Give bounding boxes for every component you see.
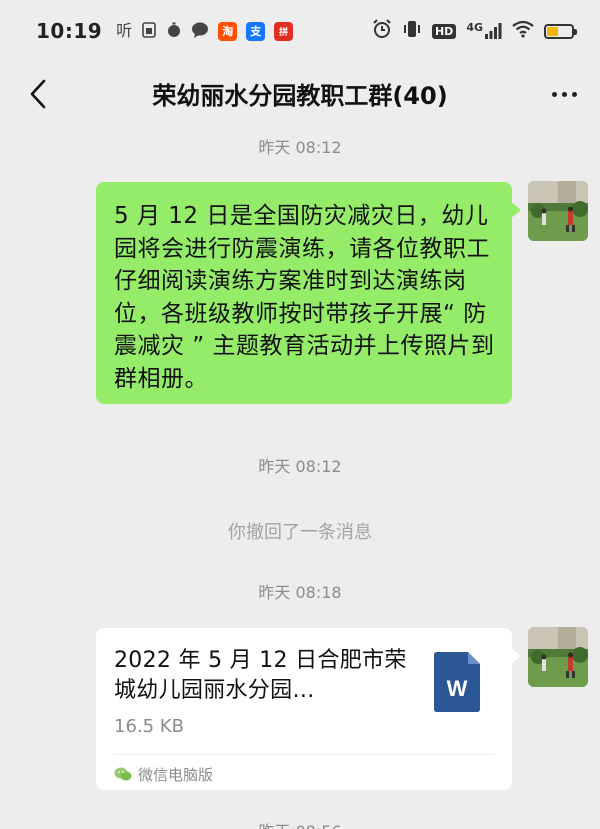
chat-bubble-icon (191, 22, 209, 41)
more-options-button[interactable] (546, 76, 582, 112)
file-card-divider (114, 754, 494, 755)
hd-badge: HD (431, 23, 457, 39)
back-button[interactable] (18, 74, 58, 114)
avatar-photo (528, 181, 588, 241)
timestamp: 昨天 08:18 (258, 583, 342, 602)
recall-notice: 你撤回了一条消息 (228, 522, 372, 543)
alipay-icon: 支 (246, 21, 266, 41)
sim-icon (141, 21, 157, 41)
more-dot (571, 91, 577, 97)
message-bubble[interactable]: 5 月 12 日是全国防灾减灾日，幼儿园将会进行防震演练，请各位教职工仔细阅读演… (96, 182, 521, 404)
file-source: 微信电脑版 (138, 766, 214, 784)
file-name: 2022 年 5 月 12 日合肥市荣城幼儿园丽水分园… (114, 648, 407, 703)
file-message-card[interactable]: 2022 年 5 月 12 日合肥市荣城幼儿园丽水分园… 16.5 KB W 微… (96, 628, 521, 790)
status-right-icons: HD 4G (372, 19, 577, 43)
word-file-icon: W (434, 652, 480, 712)
word-file-letter: W (447, 676, 468, 701)
status-time: 10:19 (36, 19, 103, 43)
file-size: 16.5 KB (114, 716, 184, 737)
timestamp: 昨天 08:12 (258, 138, 342, 157)
battery-icon (544, 23, 577, 39)
more-dot (561, 91, 567, 97)
avatar[interactable] (528, 181, 588, 241)
avatar-photo (528, 627, 588, 687)
chevron-left-icon (30, 79, 46, 109)
vibrate-icon (402, 19, 422, 43)
pinduoduo-icon: 拼 (274, 21, 294, 41)
alarm-icon (372, 19, 392, 43)
taobao-icon: 淘 (218, 21, 238, 41)
wifi-icon (512, 20, 534, 42)
battery-level (547, 26, 558, 36)
chat-title: 荣幼丽水分园教职工群(40) (152, 81, 448, 110)
status-bar: 10:19 听 淘 支 拼 HD 4G (0, 0, 600, 62)
nav-bar: 荣幼丽水分园教职工群(40) (0, 62, 600, 124)
signal-icon: 4G (466, 22, 502, 40)
status-left-icons: 听 淘 支 拼 (116, 21, 294, 41)
ear-icon: 听 (116, 21, 133, 40)
timestamp: 昨天 08:56 (0, 818, 600, 829)
chat-area[interactable]: 昨天 08:12 5 月 12 日是全国防灾减灾日，幼儿园将会进行防震演练，请各… (0, 124, 600, 829)
stopwatch-icon (166, 22, 182, 41)
more-dot (551, 91, 557, 97)
network-label: 4G (466, 21, 483, 34)
file-footer: 微信电脑版 (114, 764, 213, 785)
timestamp: 昨天 08:12 (258, 457, 342, 476)
wechat-logo-icon (114, 767, 132, 781)
avatar[interactable] (528, 627, 588, 687)
